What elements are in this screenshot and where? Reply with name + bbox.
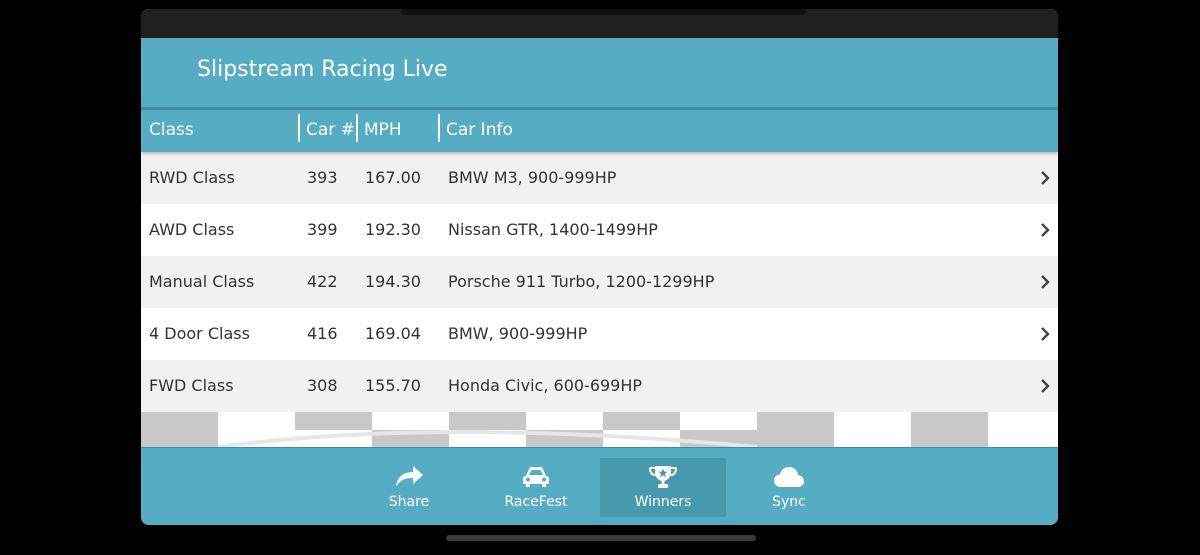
device-frame: Slipstream Racing Live Class Car # MPH C… — [0, 0, 1200, 555]
checkered-flag-banner — [141, 412, 1058, 447]
column-header-car-number[interactable]: Car # — [298, 110, 355, 152]
cell-car-number: 416 — [307, 324, 338, 343]
app-screen: Slipstream Racing Live Class Car # MPH C… — [141, 9, 1058, 525]
cell-car-number: 393 — [307, 168, 338, 187]
cell-car-info: Nissan GTR, 1400-1499HP — [448, 220, 658, 239]
cell-class: RWD Class — [149, 168, 235, 187]
tab-label: Share — [388, 494, 430, 510]
column-header-car-info[interactable]: Car Info — [438, 110, 513, 152]
table-row[interactable]: 4 Door Class 416 169.04 BMW, 900-999HP — [141, 308, 1058, 360]
table-row[interactable]: RWD Class 393 167.00 BMW M3, 900-999HP — [141, 152, 1058, 204]
trophy-icon — [648, 466, 678, 488]
notch — [401, 9, 806, 15]
share-icon — [396, 466, 423, 487]
cloud-icon — [774, 467, 804, 487]
cell-class: Manual Class — [149, 272, 255, 291]
home-indicator[interactable] — [446, 535, 756, 541]
tab-label: Winners — [634, 494, 692, 510]
table-header: Class Car # MPH Car Info — [141, 110, 1058, 152]
cell-car-info: Honda Civic, 600-699HP — [448, 376, 643, 395]
column-header-class[interactable]: Class — [149, 110, 194, 152]
table-row[interactable]: AWD Class 399 192.30 Nissan GTR, 1400-14… — [141, 204, 1058, 256]
table-row[interactable]: Manual Class 422 194.30 Porsche 911 Turb… — [141, 256, 1058, 308]
cell-mph: 169.04 — [365, 324, 421, 343]
cell-class: AWD Class — [149, 220, 235, 239]
cell-mph: 194.30 — [365, 272, 421, 291]
cell-car-number: 308 — [307, 376, 338, 395]
cell-class: FWD Class — [149, 376, 234, 395]
tab-sync[interactable]: Sync — [726, 458, 852, 517]
cell-car-info: BMW, 900-999HP — [448, 324, 588, 343]
tab-winners[interactable]: Winners — [600, 458, 726, 517]
tab-share[interactable]: Share — [346, 458, 472, 517]
chevron-right-icon — [1041, 275, 1050, 289]
results-table-body: RWD Class 393 167.00 BMW M3, 900-999HP A… — [141, 152, 1058, 412]
chevron-right-icon — [1041, 327, 1050, 341]
bottom-tab-bar: Share RaceFest Winners Sync — [141, 447, 1058, 525]
chevron-right-icon — [1041, 171, 1050, 185]
cell-class: 4 Door Class — [149, 324, 250, 343]
cell-mph: 155.70 — [365, 376, 421, 395]
status-bar — [141, 9, 1058, 38]
car-icon — [523, 467, 549, 487]
cell-mph: 192.30 — [365, 220, 421, 239]
table-row[interactable]: FWD Class 308 155.70 Honda Civic, 600-69… — [141, 360, 1058, 412]
app-header: Slipstream Racing Live — [141, 38, 1058, 110]
cell-car-info: BMW M3, 900-999HP — [448, 168, 617, 187]
tab-racefest[interactable]: RaceFest — [473, 458, 599, 517]
chevron-right-icon — [1041, 223, 1050, 237]
app-title: Slipstream Racing Live — [197, 57, 448, 82]
column-header-mph[interactable]: MPH — [356, 110, 402, 152]
cell-car-number: 399 — [307, 220, 338, 239]
cell-car-info: Porsche 911 Turbo, 1200-1299HP — [448, 272, 715, 291]
cell-car-number: 422 — [307, 272, 338, 291]
tab-label: Sync — [772, 494, 806, 510]
tab-label: RaceFest — [504, 494, 568, 510]
chevron-right-icon — [1041, 379, 1050, 393]
cell-mph: 167.00 — [365, 168, 421, 187]
